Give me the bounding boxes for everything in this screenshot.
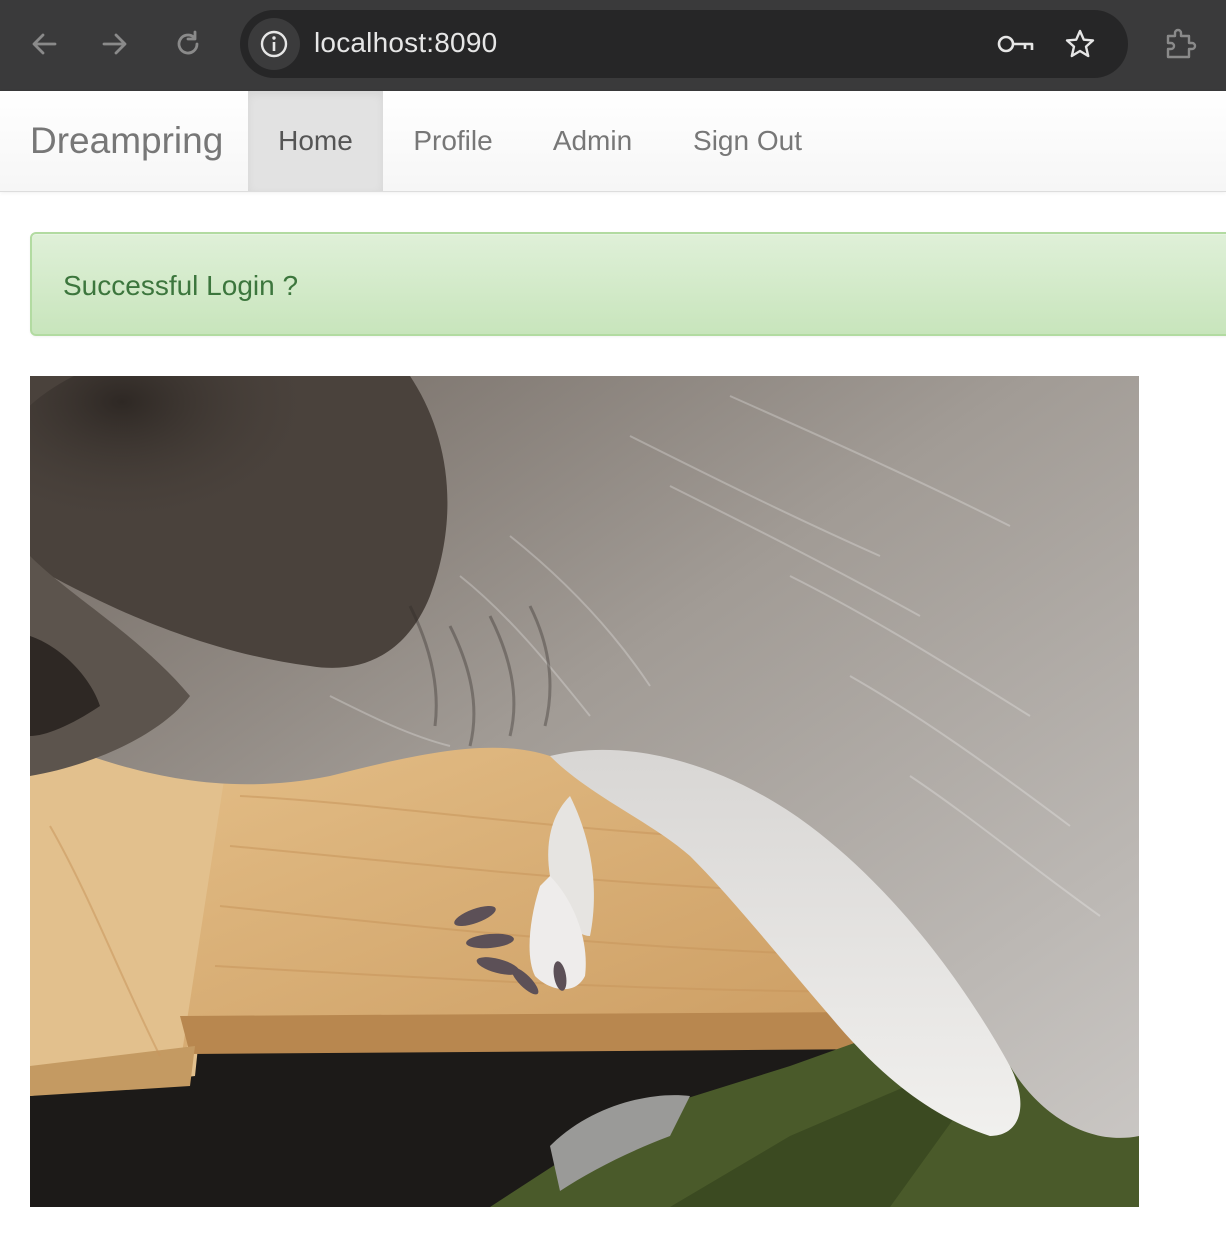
url-text[interactable]: localhost:8090: [314, 27, 497, 59]
address-bar[interactable]: localhost:8090: [240, 10, 1128, 78]
alert-message: Successful Login ?: [63, 270, 299, 301]
reload-icon[interactable]: [166, 22, 210, 66]
nav-item-sign-out[interactable]: Sign Out: [662, 91, 833, 191]
back-arrow-icon[interactable]: [22, 22, 66, 66]
forward-arrow-icon[interactable]: [93, 22, 137, 66]
success-alert: Successful Login ?: [30, 232, 1226, 336]
site-info-icon[interactable]: [248, 18, 300, 70]
navbar-brand[interactable]: Dreampring: [30, 91, 223, 191]
site-navbar: Dreampring Home Profile Admin Sign Out: [0, 91, 1226, 192]
star-icon[interactable]: [1060, 24, 1100, 64]
nav-item-profile[interactable]: Profile: [383, 91, 523, 191]
raccoon-photo: [30, 376, 1139, 1207]
browser-toolbar: localhost:8090: [0, 0, 1226, 91]
key-icon[interactable]: [996, 24, 1036, 64]
nav-item-admin[interactable]: Admin: [523, 91, 662, 191]
extensions-icon[interactable]: [1158, 22, 1202, 66]
nav-item-home[interactable]: Home: [248, 91, 383, 191]
